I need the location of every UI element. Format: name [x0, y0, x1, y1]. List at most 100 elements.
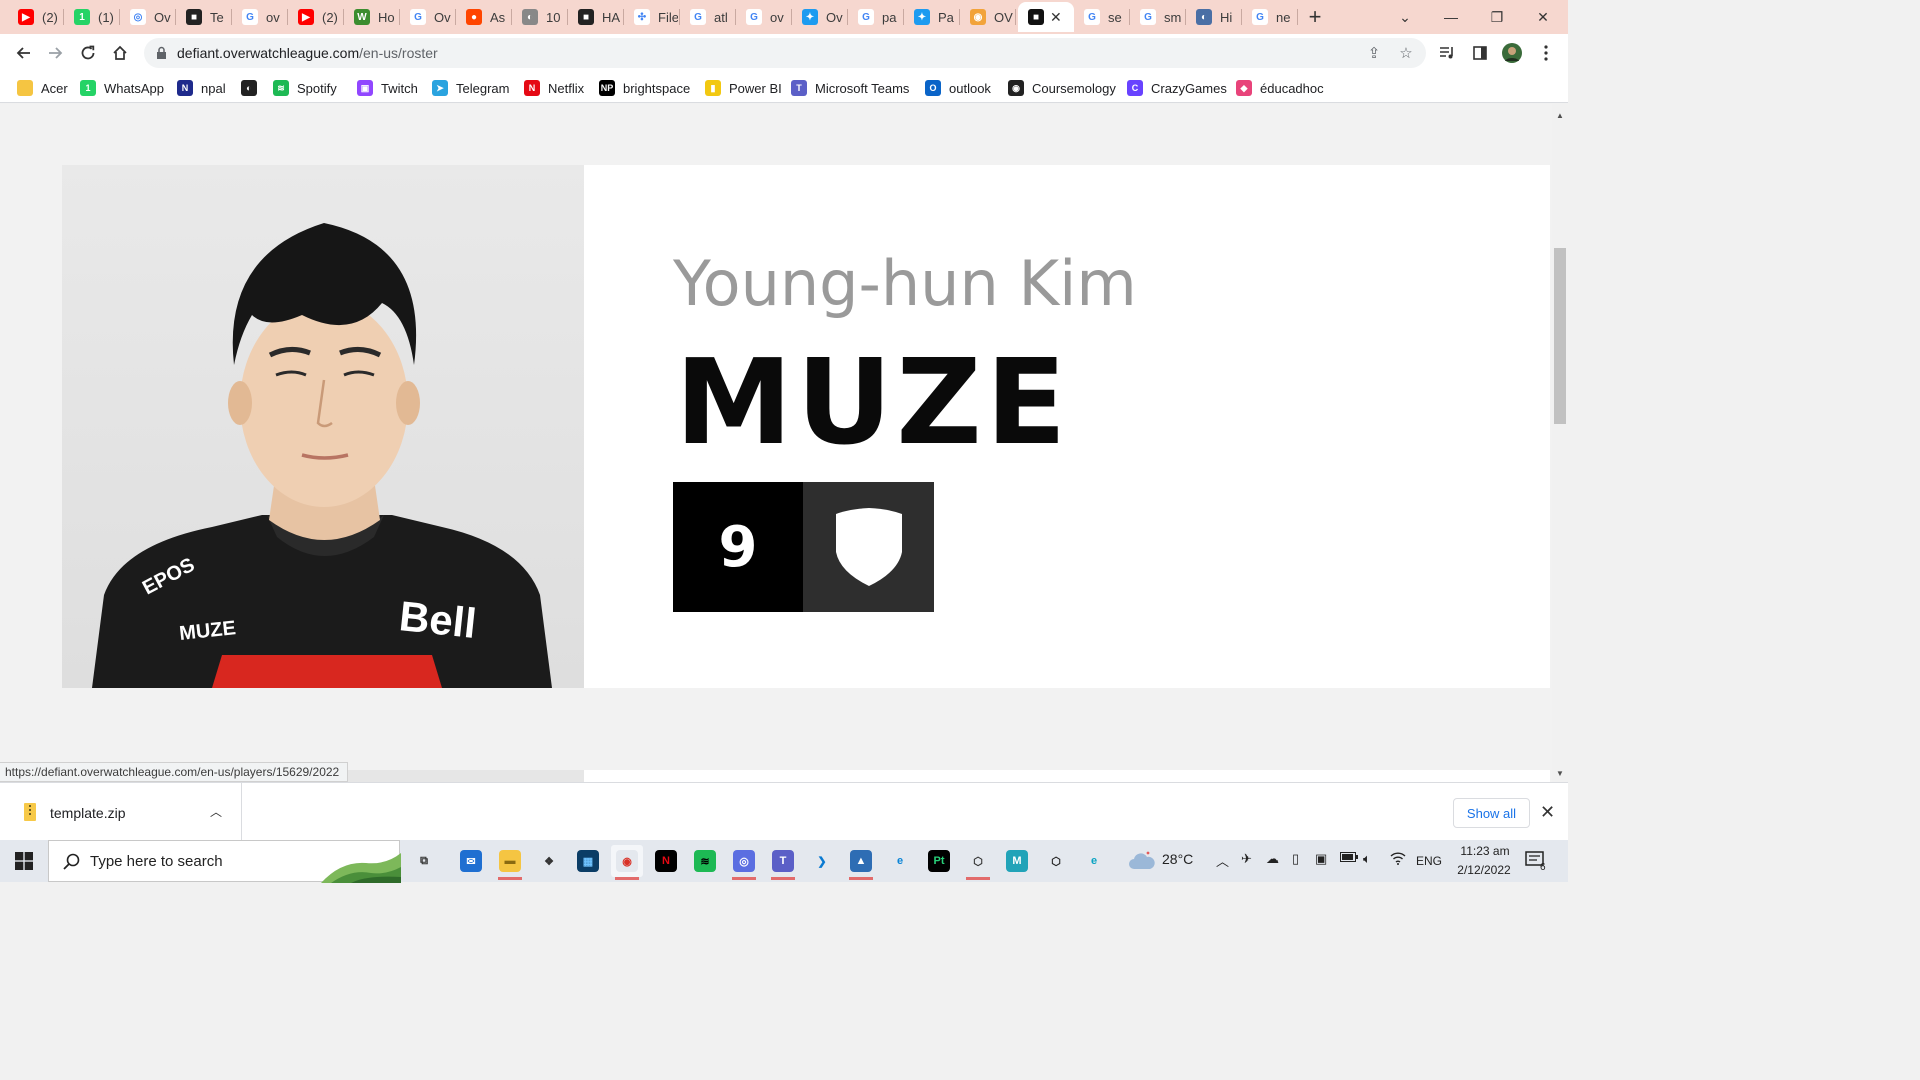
reload-icon[interactable] [73, 38, 103, 68]
tab-reddit[interactable]: ● As [456, 2, 511, 32]
weather-temperature[interactable]: 28°C [1162, 851, 1193, 867]
taskbar-unity-hub[interactable]: ⬡ [1040, 845, 1072, 877]
bookmark-star-icon[interactable]: ☆ [1397, 44, 1415, 62]
tab-whatsapp[interactable]: 1 (1) [64, 2, 119, 32]
tab-youtube[interactable]: ▶ (2) [8, 2, 63, 32]
tab-defiant[interactable]: ■ ✕ [1018, 2, 1074, 32]
player-card[interactable]: EPOS MUZE Bell Young-hun Kim MUZE 9 [62, 165, 1550, 688]
menu-kebab-icon[interactable] [1531, 38, 1561, 68]
address-bar[interactable]: defiant.overwatchleague.com/en-us/roster… [144, 38, 1426, 68]
clock-time[interactable]: 11:23 am [1455, 844, 1515, 858]
taskbar-teams[interactable]: T [767, 845, 799, 880]
taskbar-mail[interactable]: ✉ [455, 845, 487, 877]
next-player-card[interactable] [584, 770, 1550, 782]
tab-wikihow[interactable]: W Ho [344, 2, 399, 32]
tab-search-icon[interactable]: ⌄ [1382, 0, 1428, 34]
device-icon[interactable]: ▯ [1292, 851, 1299, 867]
minimize-icon[interactable]: — [1428, 0, 1474, 34]
tab-team[interactable]: ■ Te [176, 2, 231, 32]
bookmark-outlook[interactable]: Ooutlook [925, 78, 991, 98]
tab-google[interactable]: Gpa [848, 2, 903, 32]
restore-icon[interactable]: ❐ [1474, 0, 1520, 34]
profile-avatar[interactable] [1497, 38, 1527, 68]
tab-globe[interactable]: ◐ 10 [512, 2, 567, 32]
taskbar-chrome[interactable]: ◉ [611, 845, 643, 880]
bookmark-acer[interactable]: Acer [17, 78, 68, 98]
taskbar-store[interactable]: ▦ [572, 845, 604, 877]
bookmark-whatsapp[interactable]: 1 WhatsApp [80, 78, 164, 98]
clock-date[interactable]: 2/12/2022 [1451, 863, 1517, 877]
taskbar-spotify[interactable]: ≋ [689, 845, 721, 877]
scroll-up-arrow-icon[interactable]: ▲ [1555, 110, 1565, 120]
bookmark-brightspace[interactable]: NP brightspace [599, 78, 690, 98]
close-tab-icon[interactable]: ✕ [1050, 9, 1062, 26]
bookmark-netflix[interactable]: N Netflix [524, 78, 584, 98]
tray-app-icon[interactable]: ✈ [1241, 851, 1252, 867]
tab-overwatch[interactable]: ◎ Ov [120, 2, 175, 32]
tab-files[interactable]: ✣ File [624, 2, 679, 32]
tab-globe[interactable]: ◐ Hi [1186, 2, 1241, 32]
show-all-button[interactable]: Show all [1453, 798, 1530, 828]
bookmark-coursemology[interactable]: ◉ Coursemology [1008, 78, 1116, 98]
taskbar-pycharm[interactable]: Pt [923, 845, 955, 877]
taskbar-photos[interactable]: ▲ [845, 845, 877, 880]
taskbar-file-explorer[interactable]: ▬ [494, 845, 526, 880]
battery-icon[interactable] [1340, 851, 1358, 866]
home-icon[interactable] [105, 38, 135, 68]
tab-google[interactable]: Gov [232, 2, 287, 32]
tab-google[interactable]: Gov [736, 2, 791, 32]
tab-google[interactable]: Gne [1242, 2, 1297, 32]
download-item[interactable]: template.zip ︿ [0, 783, 242, 841]
media-control-icon[interactable] [1432, 38, 1462, 68]
taskbar-unity[interactable]: ⬡ [962, 845, 994, 880]
bookmark-microsoft-teams[interactable]: T Microsoft Teams [791, 78, 909, 98]
taskbar-task-view[interactable]: ⧉ [408, 845, 440, 877]
bookmark-twitch[interactable]: ▣ Twitch [357, 78, 418, 98]
tab-owl[interactable]: ◉ OV [960, 2, 1015, 32]
new-tab-button[interactable]: + [1292, 0, 1338, 34]
tab-google[interactable]: Gse [1074, 2, 1129, 32]
edge-icon: e [889, 850, 911, 872]
wifi-icon[interactable] [1390, 851, 1406, 868]
close-window-icon[interactable]: ✕ [1520, 0, 1566, 34]
share-icon[interactable]: ⇪ [1365, 44, 1383, 62]
bookmark-power-bi[interactable]: ▮ Power BI [705, 78, 782, 98]
bookmark-npal[interactable]: Nnpal [177, 78, 226, 98]
close-icon[interactable]: ✕ [1540, 802, 1555, 823]
taskbar-edge-dev[interactable]: e [1078, 845, 1110, 877]
bookmark-telegram[interactable]: ➤ Telegram [432, 78, 509, 98]
taskbar-maya[interactable]: M [1001, 845, 1033, 877]
tab-google[interactable]: Gatl [680, 2, 735, 32]
start-button[interactable] [0, 840, 48, 882]
language-indicator[interactable]: ENG [1416, 854, 1442, 868]
forward-arrow-icon[interactable] [41, 38, 71, 68]
scroll-down-arrow-icon[interactable]: ▼ [1555, 768, 1565, 778]
taskbar-edge[interactable]: e [884, 845, 916, 877]
tab-youtube[interactable]: ▶ (2) [288, 2, 343, 32]
volume-icon[interactable]: 🔈︎ [1363, 851, 1371, 867]
taskbar-search-box[interactable]: Type here to search [48, 840, 401, 883]
tab-team[interactable]: ■ HA [568, 2, 623, 32]
bookmark-spotify[interactable]: ≋ Spotify [273, 78, 337, 98]
taskbar-netflix[interactable]: N [650, 845, 682, 877]
scroll-thumb[interactable] [1554, 248, 1566, 424]
meet-icon[interactable]: ▣ [1315, 851, 1327, 867]
weather-cloud-icon[interactable] [1128, 849, 1156, 874]
taskbar-vscode[interactable]: ❯ [806, 845, 838, 877]
tab-twitter[interactable]: ✦ Ov [792, 2, 847, 32]
taskbar-chrome-profile[interactable]: ◎ [728, 845, 760, 880]
bookmark-globe[interactable]: ◐ [241, 78, 265, 98]
page-scrollbar[interactable]: ▲ ▼ [1552, 104, 1568, 782]
chevron-up-icon[interactable]: ︿ [210, 803, 222, 820]
side-panel-icon[interactable] [1465, 38, 1495, 68]
back-arrow-icon[interactable] [8, 38, 38, 68]
tab-google[interactable]: G Ov [400, 2, 455, 32]
tab-google[interactable]: Gsm [1130, 2, 1185, 32]
lock-icon[interactable] [156, 46, 167, 65]
chevron-up-icon[interactable]: ︿ [1216, 851, 1229, 870]
tab-twitter[interactable]: ✦ Pa [904, 2, 959, 32]
bookmark--ducadhoc[interactable]: ◆ éducadhoc [1236, 78, 1324, 98]
bookmark-crazygames[interactable]: C CrazyGames [1127, 78, 1227, 98]
taskbar-dropbox[interactable]: ❖ [533, 845, 565, 877]
onedrive-icon[interactable]: ☁ [1266, 851, 1279, 867]
